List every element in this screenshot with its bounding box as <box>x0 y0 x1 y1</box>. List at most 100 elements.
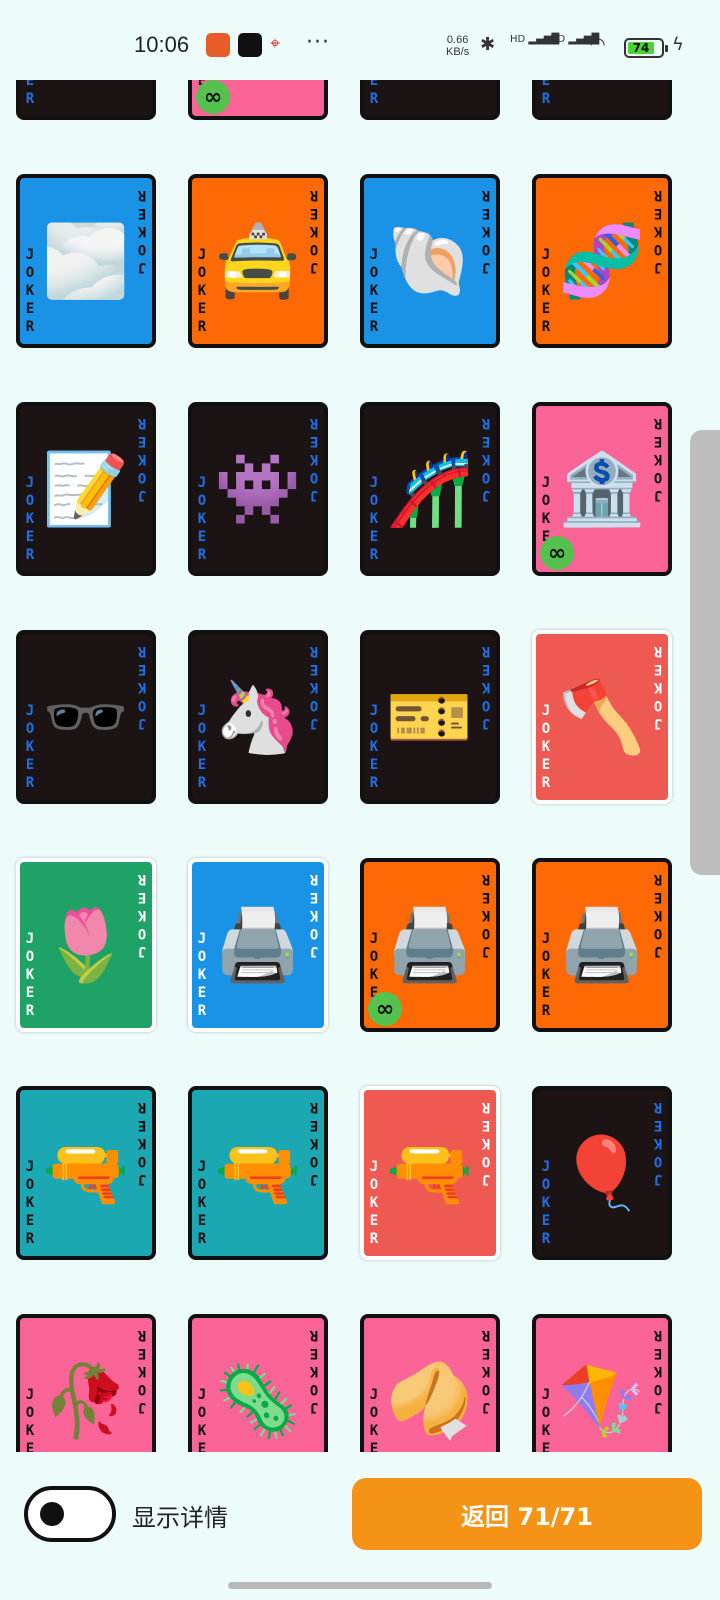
joker-label: JOKER <box>541 1387 551 1452</box>
joker-label: JOKER <box>541 703 551 791</box>
card-art-icon: 🖨️ <box>214 904 302 986</box>
joker-label-rotated: JOKER <box>481 1327 491 1415</box>
back-button[interactable]: 返回 71/71 <box>352 1478 702 1550</box>
joker-label: JOKER <box>25 931 35 1019</box>
battery-icon: 74 <box>624 38 668 58</box>
joker-card[interactable]: JOKER JOKER 🪁 <box>532 1314 672 1452</box>
card-art-icon: 🦠 <box>214 1360 302 1442</box>
joker-card[interactable]: JOKER JOKER 👾 <box>188 402 328 576</box>
joker-label: JOKER <box>197 247 207 335</box>
joker-label: JOKER <box>25 1387 35 1452</box>
card-art-icon: 📝 <box>42 448 130 530</box>
joker-label: JOKER <box>541 1159 551 1247</box>
location-icon: ⌖ <box>270 33 281 54</box>
joker-label-rotated: JOKER <box>653 187 663 275</box>
infinity-badge: ∞ <box>196 80 230 114</box>
joker-label: JOKER <box>369 475 379 563</box>
joker-label: JOKER <box>541 247 551 335</box>
scrollbar[interactable] <box>690 430 720 875</box>
joker-label-rotated: JOKER <box>653 415 663 503</box>
joker-card[interactable]: JOKER JOKER 🔫 <box>16 1086 156 1260</box>
card-art-icon: 🌷 <box>42 904 130 986</box>
joker-label-rotated: JOKER <box>309 871 319 959</box>
joker-label: JOKER <box>25 247 35 335</box>
joker-label-rotated: JOKER <box>137 643 147 731</box>
app-notification-icon <box>238 33 262 57</box>
joker-card[interactable]: JOKER JOKER 🕶️ <box>16 630 156 804</box>
signal-hd-label: HD <box>550 34 566 45</box>
joker-label-rotated: JOKER <box>653 643 663 731</box>
joker-label: JOKER <box>197 1159 207 1247</box>
joker-label-rotated: JOKER <box>137 1327 147 1415</box>
joker-label: JOKER <box>197 931 207 1019</box>
network-speed: 0.66 KB/s <box>446 34 469 58</box>
joker-label-rotated: JOKER <box>309 643 319 731</box>
card-art-icon: 🚖 <box>214 220 302 302</box>
wifi-icon: ◠ <box>590 34 606 55</box>
joker-label: JOKER <box>369 247 379 335</box>
joker-card[interactable]: JOKER JOKER 🎈 <box>532 1086 672 1260</box>
joker-card[interactable]: JOKER JOKER 🚖 <box>188 174 328 348</box>
joker-label: JOKER <box>369 1387 379 1452</box>
home-indicator[interactable] <box>228 1582 492 1589</box>
joker-card[interactable]: JOKER JOKER 🥀 <box>16 1314 156 1452</box>
joker-card[interactable]: JOKER JOKER 🎢 <box>360 402 500 576</box>
card-art-icon: 🐚 <box>386 220 474 302</box>
joker-card[interactable]: JOKERJOKER🖨️∞ <box>360 858 500 1032</box>
card-art-icon: 🌫️ <box>42 220 130 302</box>
joker-card[interactable]: JOKERJOKER🏦∞ <box>532 402 672 576</box>
joker-card[interactable]: JOKER JOKER 🥠 <box>360 1314 500 1452</box>
app-notification-icon <box>206 33 230 57</box>
joker-label-rotated: JOKER <box>481 1099 491 1187</box>
show-details-toggle[interactable] <box>24 1486 116 1542</box>
joker-label-rotated: JOKER <box>309 187 319 275</box>
card-art-icon: 🪓 <box>558 676 646 758</box>
joker-label-rotated: JOKER <box>653 1327 663 1415</box>
joker-card[interactable]: JOKER JOKER 🖨️ <box>532 858 672 1032</box>
joker-label-rotated: JOKER <box>481 871 491 959</box>
joker-label-rotated: JOKER <box>309 415 319 503</box>
joker-label: JOKER <box>197 703 207 791</box>
card-art-icon: 🕶️ <box>42 676 130 758</box>
card-art-icon: 🎢 <box>386 448 474 530</box>
joker-label: JOKER <box>369 703 379 791</box>
joker-label: JOKER <box>25 703 35 791</box>
card-art-icon: 🔫 <box>42 1132 130 1214</box>
battery-level: 74 <box>632 41 650 55</box>
card-grid: JOKERJOKERJOKERJOKER∞JOKERJOKERJOKERJOKE… <box>0 0 720 1452</box>
bottom-bar: 显示详情 返回 71/71 <box>0 1452 720 1600</box>
charging-icon: ϟ <box>672 34 684 55</box>
joker-label: JOKER <box>369 1159 379 1247</box>
card-art-icon: 🏦 <box>558 448 646 530</box>
joker-card[interactable]: JOKER JOKER 🐚 <box>360 174 500 348</box>
joker-card[interactable]: JOKER JOKER 🎫 <box>360 630 500 804</box>
joker-card[interactable]: JOKER JOKER 🔫 <box>360 1086 500 1260</box>
joker-card[interactable]: JOKER JOKER 🧬 <box>532 174 672 348</box>
joker-card[interactable]: JOKER JOKER 🦄 <box>188 630 328 804</box>
joker-label-rotated: JOKER <box>481 643 491 731</box>
joker-label-rotated: JOKER <box>481 187 491 275</box>
signal-hd-label: HD <box>510 34 526 45</box>
more-notifications-icon: ··· <box>306 30 330 55</box>
joker-card[interactable]: JOKER JOKER 🔫 <box>188 1086 328 1260</box>
card-art-icon: 🔫 <box>214 1132 302 1214</box>
card-art-icon: 🪁 <box>558 1360 646 1442</box>
joker-card[interactable]: JOKER JOKER 📝 <box>16 402 156 576</box>
joker-card[interactable]: JOKER JOKER 🖨️ <box>188 858 328 1032</box>
infinity-badge: ∞ <box>540 536 574 570</box>
card-art-icon: 👾 <box>214 448 302 530</box>
joker-card[interactable]: JOKER JOKER 🌫️ <box>16 174 156 348</box>
joker-card[interactable]: JOKER JOKER 🪓 <box>532 630 672 804</box>
joker-label-rotated: JOKER <box>309 1327 319 1415</box>
joker-label-rotated: JOKER <box>137 1099 147 1187</box>
joker-label: JOKER <box>25 475 35 563</box>
card-art-icon: 🖨️ <box>558 904 646 986</box>
joker-card[interactable]: JOKER JOKER 🌷 <box>16 858 156 1032</box>
card-art-icon: 🥠 <box>386 1360 474 1442</box>
infinity-badge: ∞ <box>368 992 402 1026</box>
joker-label-rotated: JOKER <box>309 1099 319 1187</box>
joker-card[interactable]: JOKER JOKER 🦠 <box>188 1314 328 1452</box>
card-art-icon: 🎈 <box>558 1132 646 1214</box>
card-art-icon: 🖨️ <box>386 904 474 986</box>
joker-label-rotated: JOKER <box>653 1099 663 1187</box>
